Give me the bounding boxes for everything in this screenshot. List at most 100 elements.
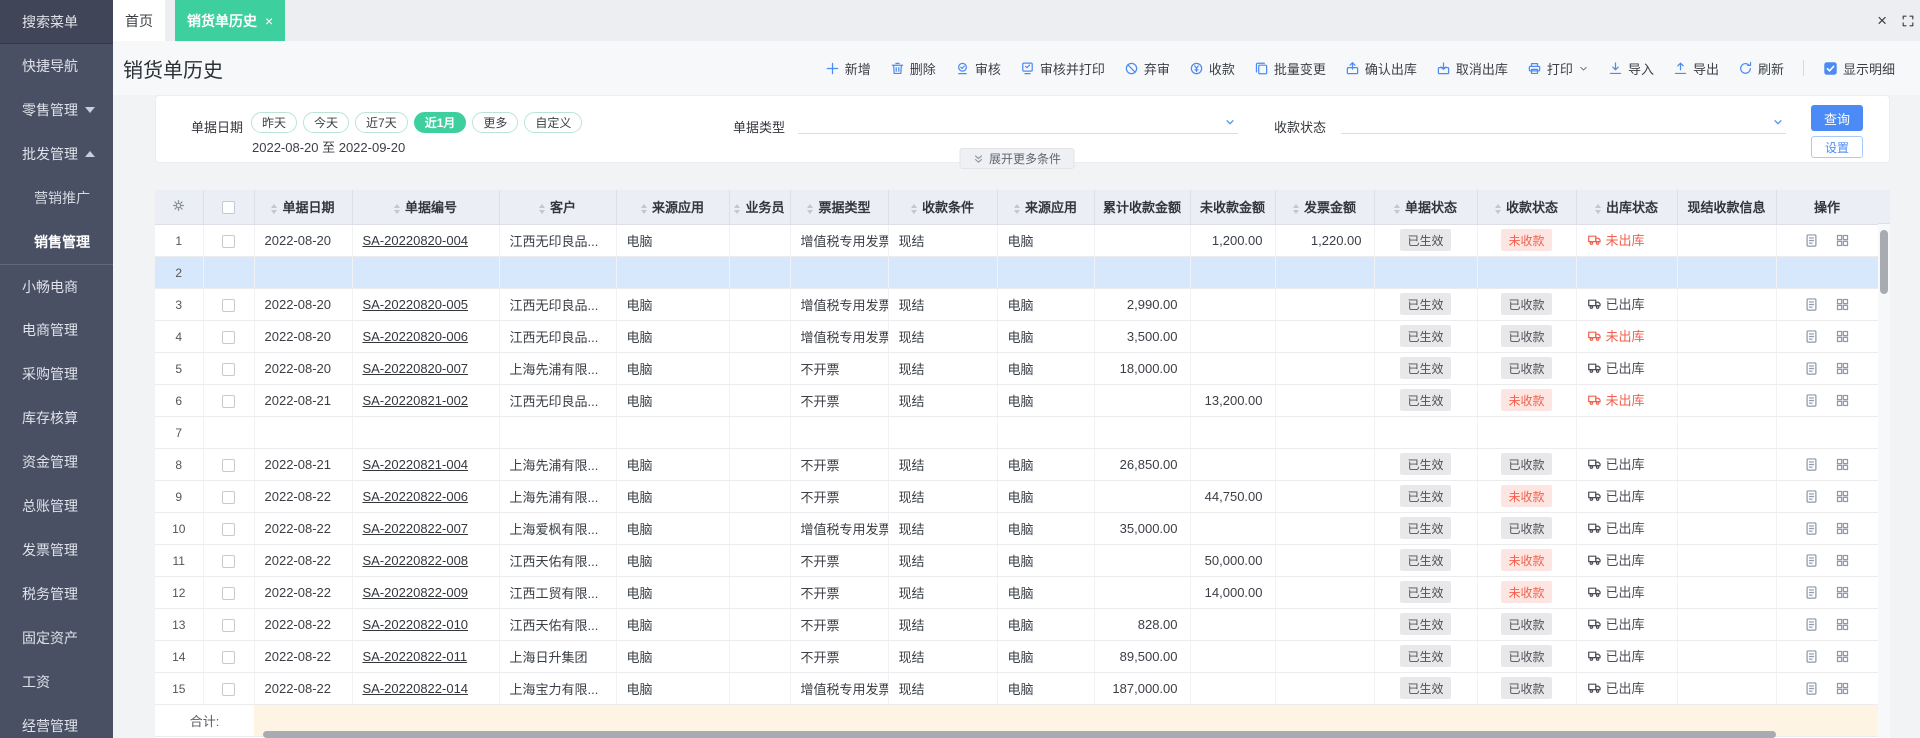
toolbar-button-弃审[interactable]: 弃审 [1124, 59, 1170, 78]
column-header-票据类型[interactable]: 票据类型 [790, 190, 889, 225]
sidebar-item-库存核算[interactable]: 库存核算 [0, 396, 113, 440]
sidebar-item-资金管理[interactable]: 资金管理 [0, 440, 113, 484]
row-checkbox[interactable] [222, 330, 235, 344]
sidebar-item-税务管理[interactable]: 税务管理 [0, 572, 113, 616]
sidebar-item-批发管理[interactable]: 批发管理 [0, 132, 113, 176]
sort-icon[interactable] [910, 203, 917, 214]
row-grid-icon[interactable] [1835, 585, 1850, 600]
row-document-edit-icon[interactable] [1804, 681, 1819, 696]
row-checkbox[interactable] [222, 298, 235, 312]
toolbar-button-确认出库[interactable]: 确认出库 [1345, 59, 1417, 78]
row-grid-icon[interactable] [1835, 361, 1850, 376]
table-row[interactable]: 8 2022-08-21 SA-20220821-004 上海先浦有限... 电脑 不开票… [155, 448, 1879, 481]
table-row[interactable]: 9 2022-08-22 SA-20220822-006 上海先浦有限... 电脑 不开票… [155, 480, 1879, 513]
sidebar-item-总账管理[interactable]: 总账管理 [0, 484, 113, 528]
sidebar-item-销售管理[interactable]: 销售管理 [0, 220, 113, 264]
row-document-edit-icon[interactable] [1804, 361, 1819, 376]
column-header-来源应用[interactable]: 来源应用 [616, 190, 730, 225]
fullscreen-icon[interactable] [1901, 0, 1915, 41]
order-code-link[interactable]: SA-20220822-011 [363, 649, 468, 664]
table-row[interactable]: 4 2022-08-20 SA-20220820-006 江西无印良品... 电脑 增值税… [155, 320, 1879, 353]
table-row[interactable]: 7 [155, 416, 1879, 449]
sort-icon[interactable] [393, 203, 400, 214]
row-grid-icon[interactable] [1835, 681, 1850, 696]
order-code-link[interactable]: SA-20220820-004 [363, 233, 469, 248]
order-code-link[interactable]: SA-20220822-008 [363, 553, 469, 568]
row-grid-icon[interactable] [1835, 521, 1850, 536]
toolbar-button-导入[interactable]: 导入 [1608, 59, 1654, 78]
row-document-edit-icon[interactable] [1804, 521, 1819, 536]
row-grid-icon[interactable] [1835, 649, 1850, 664]
order-code-link[interactable]: SA-20220822-009 [363, 585, 469, 600]
sidebar-item-搜索菜单[interactable]: 搜索菜单 [0, 0, 113, 44]
row-checkbox[interactable] [222, 554, 235, 568]
row-document-edit-icon[interactable] [1804, 585, 1819, 600]
row-document-edit-icon[interactable] [1804, 489, 1819, 504]
column-header-单据状态[interactable]: 单据状态 [1374, 190, 1478, 225]
row-checkbox[interactable] [222, 234, 235, 248]
date-pill-近1月[interactable]: 近1月 [413, 112, 467, 133]
sort-icon[interactable] [1013, 203, 1020, 214]
row-document-edit-icon[interactable] [1804, 297, 1819, 312]
table-row[interactable]: 2 [155, 256, 1879, 289]
toolbar-button-收款[interactable]: 收款 [1189, 59, 1235, 78]
sort-icon[interactable] [640, 203, 647, 214]
table-row[interactable]: 3 2022-08-20 SA-20220820-005 江西无印良品... 电脑 增值税… [155, 288, 1879, 321]
row-document-edit-icon[interactable] [1804, 617, 1819, 632]
settings-button[interactable]: 设置 [1811, 136, 1863, 158]
sidebar-item-工资[interactable]: 工资 [0, 660, 113, 704]
row-document-edit-icon[interactable] [1804, 329, 1819, 344]
order-code-link[interactable]: SA-20220820-007 [363, 361, 469, 376]
date-pill-更多[interactable]: 更多 [472, 112, 519, 133]
toolbar-button-取消出库[interactable]: 取消出库 [1436, 59, 1508, 78]
sidebar-item-采购管理[interactable]: 采购管理 [0, 352, 113, 396]
table-row[interactable]: 13 2022-08-22 SA-20220822-010 江西天佑有限... 电脑 不开… [155, 608, 1879, 641]
column-header-出库状态[interactable]: 出库状态 [1576, 190, 1678, 225]
toolbar-button-导出[interactable]: 导出 [1673, 59, 1719, 78]
row-document-edit-icon[interactable] [1804, 233, 1819, 248]
sort-icon[interactable] [734, 203, 741, 214]
row-document-edit-icon[interactable] [1804, 649, 1819, 664]
column-header-来源应用[interactable]: 来源应用 [997, 190, 1095, 225]
order-code-link[interactable]: SA-20220822-007 [363, 521, 469, 536]
expand-more-button[interactable]: 展开更多条件 [958, 148, 1075, 169]
sidebar-item-固定资产[interactable]: 固定资产 [0, 616, 113, 660]
row-grid-icon[interactable] [1835, 297, 1850, 312]
sidebar-item-电商管理[interactable]: 电商管理 [0, 308, 113, 352]
sort-icon[interactable] [271, 203, 278, 214]
toolbar-button-刷新[interactable]: 刷新 [1738, 59, 1784, 78]
row-checkbox[interactable] [222, 682, 235, 696]
row-grid-icon[interactable] [1835, 489, 1850, 504]
show-detail-toggle[interactable]: 显示明细 [1823, 59, 1895, 78]
toolbar-button-新增[interactable]: 新增 [825, 59, 871, 78]
sidebar-item-经营管理[interactable]: 经营管理 [0, 704, 113, 738]
row-grid-icon[interactable] [1835, 617, 1850, 632]
table-row[interactable]: 11 2022-08-22 SA-20220822-008 江西天佑有限... 电脑 不开… [155, 544, 1879, 577]
doc-type-select[interactable] [798, 108, 1238, 134]
row-document-edit-icon[interactable] [1804, 393, 1819, 408]
order-code-link[interactable]: SA-20220820-005 [363, 297, 469, 312]
tab-销货单历史[interactable]: 销货单历史 × [175, 0, 286, 41]
table-row[interactable]: 14 2022-08-22 SA-20220822-011 上海日升集团 电脑 不开票 现结… [155, 640, 1879, 673]
sidebar-item-零售管理[interactable]: 零售管理 [0, 88, 113, 132]
sort-icon[interactable] [1594, 203, 1601, 214]
toolbar-button-删除[interactable]: 删除 [890, 59, 936, 78]
vertical-scrollbar-thumb[interactable] [1880, 230, 1888, 294]
date-pill-近7天[interactable]: 近7天 [355, 112, 408, 133]
table-row[interactable]: 15 2022-08-22 SA-20220822-014 上海宝力有限... 电脑 增值… [155, 672, 1879, 705]
date-pill-今天[interactable]: 今天 [303, 112, 350, 133]
table-row[interactable]: 12 2022-08-22 SA-20220822-009 江西工贸有限... 电脑 不开… [155, 576, 1879, 609]
select-all-checkbox[interactable] [222, 201, 235, 215]
toolbar-button-批量变更[interactable]: 批量变更 [1254, 59, 1326, 78]
order-code-link[interactable]: SA-20220821-004 [363, 457, 469, 472]
order-code-link[interactable]: SA-20220820-006 [363, 329, 469, 344]
toolbar-button-审核并打印[interactable]: 审核并打印 [1020, 59, 1105, 78]
sort-icon[interactable] [807, 203, 814, 214]
row-checkbox[interactable] [222, 586, 235, 600]
column-header-收款状态[interactable]: 收款状态 [1477, 190, 1577, 225]
row-grid-icon[interactable] [1835, 233, 1850, 248]
table-row[interactable]: 6 2022-08-21 SA-20220821-002 江西无印良品... 电脑 不开票… [155, 384, 1879, 417]
sort-icon[interactable] [1393, 203, 1400, 214]
row-checkbox[interactable] [222, 394, 235, 408]
order-code-link[interactable]: SA-20220821-002 [363, 393, 469, 408]
